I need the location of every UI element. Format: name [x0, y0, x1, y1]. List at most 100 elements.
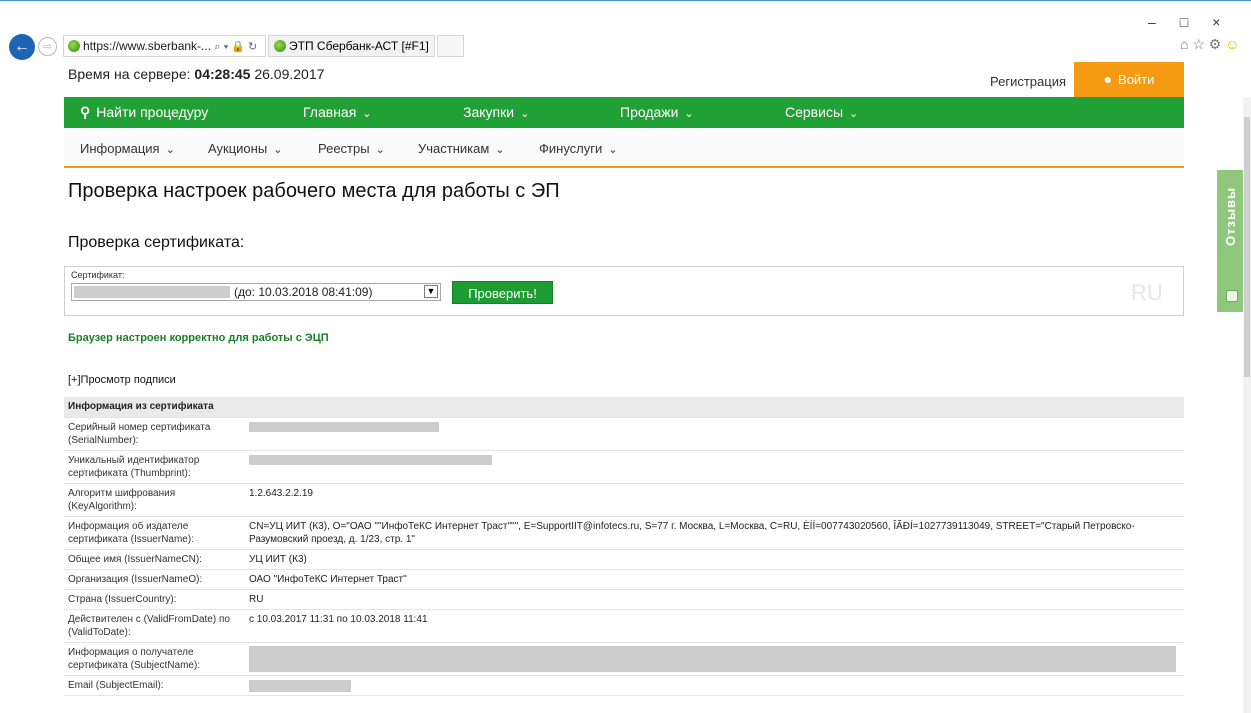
subnav-info[interactable]: Информация ⌄: [80, 141, 175, 156]
nav-services-label: Сервисы: [785, 104, 844, 120]
login-label: Войти: [1118, 72, 1155, 87]
table-row: Общее имя (IssuerNameCN): УЦ ИИТ (К3): [64, 549, 1184, 570]
server-date: 26.09.2017: [254, 66, 325, 82]
tab-favicon-icon: [274, 40, 286, 52]
nav-home-label: Главная: [303, 104, 357, 120]
redacted-thumbprint: [249, 455, 492, 465]
redacted-email: [249, 680, 351, 692]
chevron-down-icon: ⌄: [520, 108, 530, 120]
subnav-finservices[interactable]: Финуслуги ⌄: [539, 141, 618, 156]
row-label: Email (SubjectEmail):: [64, 675, 245, 696]
row-value: [245, 450, 1184, 484]
nav-services[interactable]: Сервисы ⌄: [785, 104, 858, 120]
scrollbar-thumb[interactable]: [1244, 117, 1250, 377]
nav-find-procedure-label: Найти процедуру: [96, 104, 209, 120]
server-time-label: Время на сервере:: [68, 66, 191, 82]
subnav-registries-label: Реестры: [318, 141, 370, 156]
server-time: Время на сервере: 04:28:45 26.09.2017: [68, 66, 324, 82]
nav-find-procedure[interactable]: ⚲ Найти процедуру: [80, 104, 208, 121]
row-label: Уникальный идентификатор сертификата (Th…: [64, 450, 245, 484]
page-title: Проверка настроек рабочего места для раб…: [68, 180, 560, 202]
window-controls[interactable]: –□×: [1148, 14, 1244, 30]
chevron-down-icon: ⌄: [608, 144, 618, 156]
row-value: 1.2.643.2.2.19: [245, 483, 1184, 517]
new-tab-button[interactable]: [437, 35, 464, 57]
row-value: ОАО "ИнфоТеКС Интернет Траст": [245, 569, 1184, 590]
row-label: Алгоритм шифрования (KeyAlgorithm):: [64, 483, 245, 517]
section-title: Проверка сертификата:: [68, 234, 245, 251]
row-label: Организация (IssuerNameO):: [64, 569, 245, 590]
address-bar[interactable]: https://www.sberbank-... ⌕ ▾ 🔒 ↻: [63, 35, 266, 57]
edit-icon: [1226, 290, 1238, 302]
redacted-subject: [249, 646, 1176, 672]
chevron-down-icon: ⌄: [375, 144, 385, 156]
back-button[interactable]: ←: [9, 34, 35, 60]
certificate-expiry: (до: 10.03.2018 08:41:09): [234, 285, 373, 299]
table-row: Серийный номер сертификата (SerialNumber…: [64, 417, 1184, 451]
browser-tab-active[interactable]: ЭТП Сбербанк-АСТ [#F1]×: [268, 35, 450, 57]
row-label: Информация об издателе сертификата (Issu…: [64, 516, 245, 550]
certificate-select[interactable]: (до: 10.03.2018 08:41:09) ▼: [71, 283, 441, 301]
nav-purchases-label: Закупки: [463, 104, 515, 120]
certificate-info-table: Информация из сертификата Серийный номер…: [64, 397, 1184, 696]
table-header: Информация из сертификата: [64, 397, 1184, 418]
row-value: [245, 642, 1184, 676]
table-row: Действителен с (ValidFromDate) по (Valid…: [64, 609, 1184, 643]
browser-toolbar-icons[interactable]: ⌂ ☆ ⚙ ☺: [1180, 36, 1240, 53]
row-value: [245, 417, 1184, 451]
row-value: [245, 675, 1184, 696]
verify-button[interactable]: Проверить!: [452, 281, 553, 304]
chevron-down-icon: ⌄: [273, 144, 283, 156]
view-signature-link[interactable]: [+]Просмотр подписи: [68, 374, 176, 386]
chevron-down-icon: ⌄: [849, 108, 859, 120]
subnav-participants[interactable]: Участникам ⌄: [418, 141, 505, 156]
nav-sales[interactable]: Продажи ⌄: [620, 104, 694, 120]
row-label: Страна (IssuerCountry):: [64, 589, 245, 610]
language-watermark: RU: [1131, 280, 1163, 305]
redacted-serial: [249, 422, 439, 432]
chevron-down-icon: ⌄: [165, 144, 175, 156]
tab-title: ЭТП Сбербанк-АСТ [#F1]: [289, 39, 429, 53]
subnav-registries[interactable]: Реестры ⌄: [318, 141, 385, 156]
vertical-scrollbar[interactable]: [1243, 97, 1251, 713]
table-row: Уникальный идентификатор сертификата (Th…: [64, 450, 1184, 484]
chevron-down-icon: ⌄: [362, 108, 372, 120]
arrow-left-icon: ←: [14, 38, 30, 55]
nav-purchases[interactable]: Закупки ⌄: [463, 104, 529, 120]
chevron-down-icon: ⌄: [684, 108, 694, 120]
arrow-right-icon: ⇨: [42, 41, 53, 53]
table-row: Страна (IssuerCountry): RU: [64, 589, 1184, 610]
subnav-auctions[interactable]: Аукционы ⌄: [208, 141, 282, 156]
status-message: Браузер настроен корректно для работы с …: [68, 332, 329, 344]
row-value: RU: [245, 589, 1184, 610]
user-icon: ●: [1103, 71, 1113, 87]
nav-home[interactable]: Главная ⌄: [303, 104, 372, 120]
table-row: Организация (IssuerNameO): ОАО "ИнфоТеКС…: [64, 569, 1184, 590]
subnav-finservices-label: Финуслуги: [539, 141, 603, 156]
row-value: с 10.03.2017 11:31 по 10.03.2018 11:41: [245, 609, 1184, 643]
table-row: Email (SubjectEmail):: [64, 675, 1184, 696]
subnav-auctions-label: Аукционы: [208, 141, 268, 156]
search-icon: ⚲: [80, 104, 91, 120]
chevron-down-icon: ⌄: [495, 144, 505, 156]
login-button[interactable]: ● Войти: [1074, 62, 1184, 97]
home-star-gear-icons[interactable]: ⌂ ☆ ⚙: [1180, 36, 1221, 52]
feedback-smiley-icon[interactable]: ☺: [1225, 36, 1239, 52]
feedback-label: Отзывы: [1223, 186, 1238, 246]
table-header-row: Информация из сертификата: [64, 397, 1184, 418]
row-label: Серийный номер сертификата (SerialNumber…: [64, 417, 245, 451]
table-row: Информация о получателе сертификата (Sub…: [64, 642, 1184, 676]
address-controls-icons[interactable]: ⌕ ▾ 🔒 ↻: [214, 41, 257, 53]
row-label: Информация о получателе сертификата (Sub…: [64, 642, 245, 676]
register-link[interactable]: Регистрация: [990, 74, 1066, 89]
feedback-tab[interactable]: Отзывы: [1217, 170, 1245, 312]
row-label: Общее имя (IssuerNameCN):: [64, 549, 245, 570]
table-row: Алгоритм шифрования (KeyAlgorithm): 1.2.…: [64, 483, 1184, 517]
table-row: Информация об издателе сертификата (Issu…: [64, 516, 1184, 550]
dropdown-arrow-icon[interactable]: ▼: [424, 285, 438, 298]
row-value: УЦ ИИТ (К3): [245, 549, 1184, 570]
nav-sales-label: Продажи: [620, 104, 679, 120]
subnav-info-label: Информация: [80, 141, 160, 156]
forward-button[interactable]: ⇨: [38, 37, 57, 56]
certificate-name-redacted: [74, 286, 230, 298]
